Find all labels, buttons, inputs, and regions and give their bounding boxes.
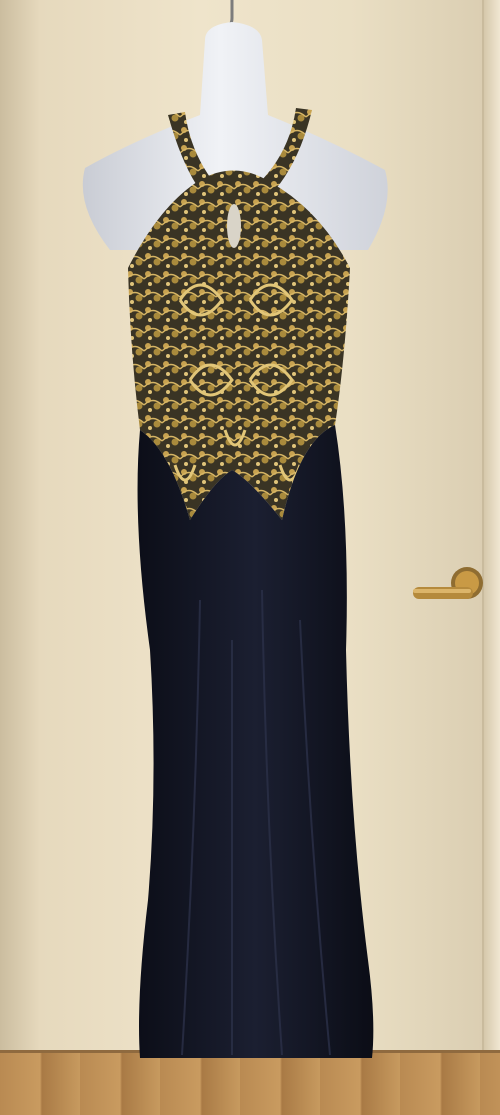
mannequin-with-gown <box>82 0 388 1058</box>
photo-scene <box>0 0 500 1115</box>
